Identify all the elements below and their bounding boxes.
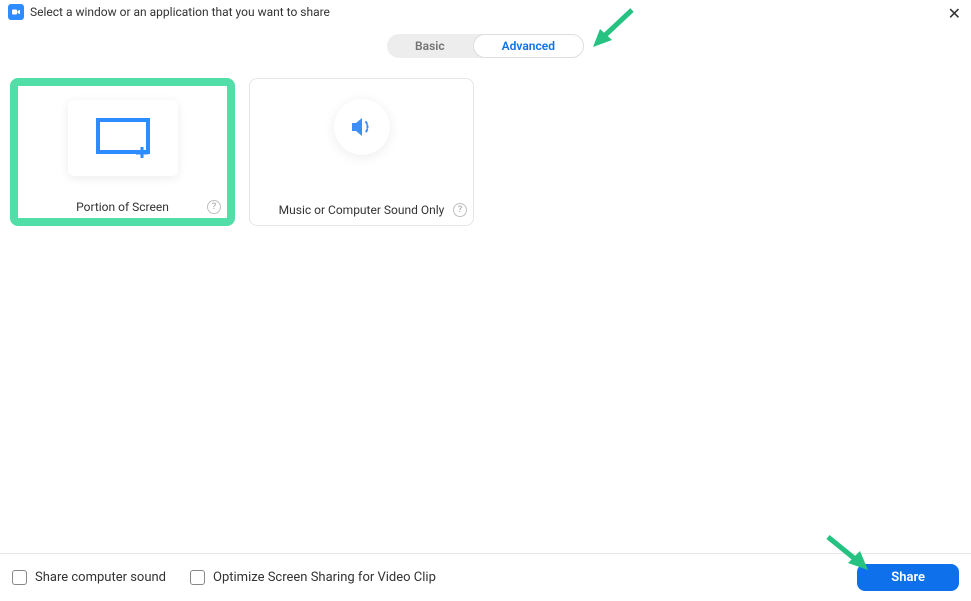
help-icon[interactable]: ?: [453, 203, 467, 217]
share-button[interactable]: Share: [857, 564, 959, 591]
zoom-logo-icon: [8, 4, 24, 20]
tab-group: Basic Advanced: [387, 34, 584, 58]
option-label-row: Portion of Screen ?: [18, 200, 227, 214]
checkbox-share-sound[interactable]: Share computer sound: [12, 570, 166, 585]
sound-icon-wrapper: [334, 99, 390, 155]
speaker-icon: [349, 116, 375, 138]
help-icon[interactable]: ?: [207, 200, 221, 214]
dialog-header: Select a window or an application that y…: [0, 0, 971, 24]
option-portion-label: Portion of Screen: [76, 200, 169, 214]
portion-screen-preview: [68, 100, 178, 176]
screen-portion-icon: [96, 118, 150, 158]
checkbox-optimize-video[interactable]: Optimize Screen Sharing for Video Clip: [190, 570, 436, 585]
option-sound-label: Music or Computer Sound Only: [279, 203, 445, 217]
checkbox-icon: [190, 570, 205, 585]
option-computer-sound[interactable]: Music or Computer Sound Only ?: [249, 78, 474, 226]
share-sound-label: Share computer sound: [35, 570, 166, 585]
tab-bar: Basic Advanced: [0, 34, 971, 58]
optimize-label: Optimize Screen Sharing for Video Clip: [213, 570, 436, 585]
share-options-area: Portion of Screen ? Music or Computer So…: [0, 78, 971, 226]
tab-advanced[interactable]: Advanced: [473, 34, 584, 58]
option-portion-of-screen[interactable]: Portion of Screen ?: [10, 78, 235, 226]
option-label-row: Music or Computer Sound Only ?: [250, 203, 473, 217]
close-icon[interactable]: ✕: [948, 6, 961, 22]
dialog-footer: Share computer sound Optimize Screen Sha…: [0, 553, 971, 601]
dialog-title: Select a window or an application that y…: [30, 5, 330, 19]
tab-basic[interactable]: Basic: [387, 34, 473, 58]
checkbox-icon: [12, 570, 27, 585]
